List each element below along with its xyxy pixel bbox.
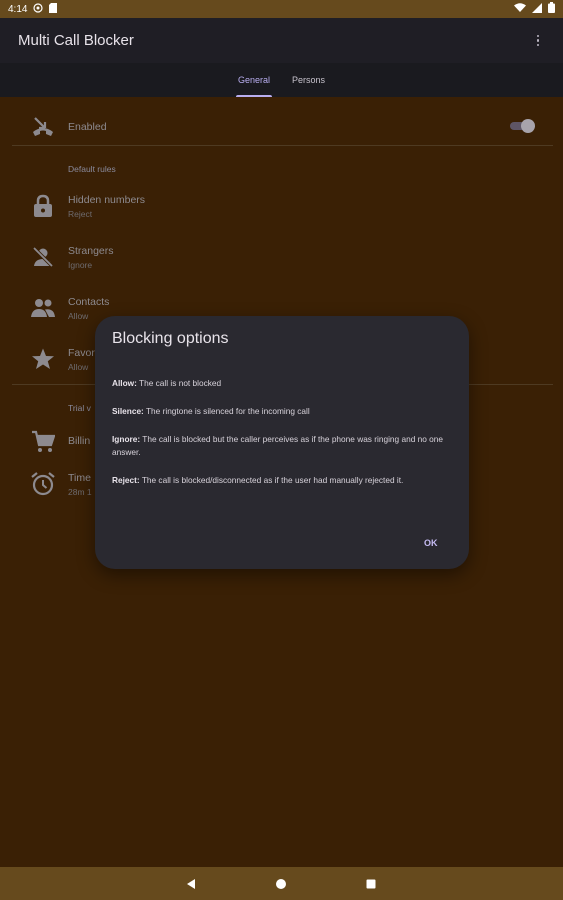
dialog-item-text: The ringtone is silenced for the incomin… bbox=[143, 406, 310, 416]
more-vert-icon[interactable] bbox=[531, 32, 545, 50]
rule-strangers[interactable]: Strangers Ignore bbox=[0, 242, 563, 272]
default-rules-label: Default rules bbox=[68, 164, 116, 174]
signal-icon bbox=[532, 2, 542, 16]
rule-title: Contacts bbox=[68, 296, 110, 308]
enabled-label: Enabled bbox=[68, 121, 107, 133]
rule-value: Reject bbox=[68, 209, 93, 219]
status-time: 4:14 bbox=[8, 3, 28, 15]
recents-icon[interactable] bbox=[364, 877, 378, 891]
trial-label: Trial v bbox=[68, 403, 91, 413]
person-off-icon bbox=[30, 244, 56, 270]
dialog-item-term: Allow: bbox=[112, 378, 137, 388]
tab-persons-label: Persons bbox=[292, 75, 326, 85]
ok-button[interactable]: OK bbox=[420, 536, 442, 550]
call-end-icon bbox=[30, 114, 56, 140]
contacts-icon bbox=[30, 295, 56, 321]
blocking-options-dialog: Blocking options Allow: The call is not … bbox=[95, 316, 469, 569]
alarm-icon bbox=[30, 471, 56, 497]
lock-icon bbox=[30, 193, 56, 219]
star-icon bbox=[30, 346, 56, 372]
dialog-body: Allow: The call is not blocked Silence: … bbox=[112, 377, 455, 502]
dialog-item: Ignore: The call is blocked but the call… bbox=[112, 433, 455, 459]
storage-icon bbox=[49, 2, 58, 16]
billing-label: Billin bbox=[68, 435, 91, 447]
rule-title: Strangers bbox=[68, 245, 114, 257]
dialog-item: Silence: The ringtone is silenced for th… bbox=[112, 405, 455, 418]
tab-bar: General Persons bbox=[0, 63, 563, 97]
status-bar: 4:14 bbox=[0, 0, 563, 18]
dialog-item-term: Ignore: bbox=[112, 434, 141, 444]
home-icon[interactable] bbox=[274, 877, 288, 891]
dialog-title: Blocking options bbox=[112, 330, 229, 347]
enabled-toggle[interactable] bbox=[508, 119, 535, 133]
battery-icon bbox=[548, 2, 555, 16]
cart-icon bbox=[30, 429, 56, 455]
notification-icon bbox=[33, 2, 44, 16]
dialog-item: Reject: The call is blocked/disconnected… bbox=[112, 474, 455, 487]
time-label: Time bbox=[68, 472, 91, 484]
divider bbox=[12, 145, 553, 146]
enabled-row[interactable]: Enabled bbox=[0, 113, 563, 141]
tab-general-label: General bbox=[237, 75, 270, 85]
dialog-item-text: The call is blocked/disconnected as if t… bbox=[139, 475, 404, 485]
dialog-item-text: The call is blocked but the caller perce… bbox=[112, 434, 443, 457]
app-bar: Multi Call Blocker bbox=[0, 18, 563, 63]
back-icon[interactable] bbox=[184, 877, 198, 891]
rule-title: Hidden numbers bbox=[68, 194, 146, 206]
rule-value: Allow bbox=[68, 362, 89, 372]
dialog-item-term: Reject: bbox=[112, 475, 140, 485]
dialog-item-term: Silence: bbox=[112, 406, 144, 416]
app-title: Multi Call Blocker bbox=[18, 32, 134, 49]
wifi-icon bbox=[514, 2, 526, 16]
rule-hidden-numbers[interactable]: Hidden numbers Reject bbox=[0, 191, 563, 221]
dialog-item: Allow: The call is not blocked bbox=[112, 377, 455, 390]
dialog-item-text: The call is not blocked bbox=[136, 378, 222, 388]
time-value: 28m 1 bbox=[68, 487, 92, 497]
rule-title: Favor bbox=[68, 347, 95, 359]
tab-general[interactable]: General bbox=[235, 63, 273, 97]
tab-persons[interactable]: Persons bbox=[290, 63, 327, 97]
navigation-bar bbox=[0, 867, 563, 900]
rule-value: Ignore bbox=[68, 260, 93, 270]
